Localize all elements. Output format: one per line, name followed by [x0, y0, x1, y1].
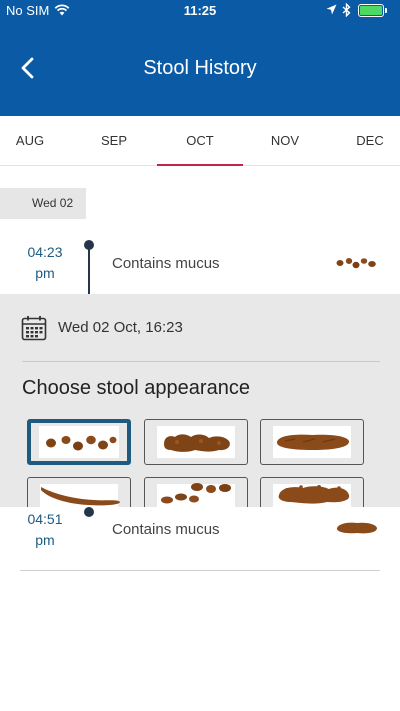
stool-type-1-icon	[46, 435, 117, 451]
stool-type-5-icon	[161, 483, 231, 504]
status-time: 11:25	[183, 3, 217, 18]
entry-time-ampm: pm	[35, 265, 55, 281]
entry-detail-panel: Wed 02 Oct, 16:23 Choose stool appearanc…	[0, 294, 400, 523]
entry-time: 04:23 pm	[20, 242, 70, 284]
tab-dec[interactable]: DEC	[327, 116, 400, 166]
bluetooth-icon	[342, 3, 351, 17]
location-arrow-icon	[326, 4, 337, 15]
day-label: Wed 02	[0, 188, 86, 219]
stool-type-3-icon	[276, 434, 350, 450]
stool-type-6-icon	[278, 485, 350, 504]
choose-appearance-heading: Choose stool appearance	[22, 377, 250, 399]
timeline-line	[88, 248, 90, 294]
stool-option-type-1[interactable]	[27, 419, 131, 465]
tab-sep[interactable]: SEP	[71, 116, 157, 166]
divider	[22, 361, 380, 362]
history-entry[interactable]: 04:51 pm Contains mucus	[0, 507, 400, 571]
calendar-icon	[21, 316, 47, 341]
month-tabs: AUG SEP OCT NOV DEC	[0, 116, 400, 166]
stool-type-4-icon	[41, 487, 120, 506]
stool-type-2-icon	[164, 434, 230, 452]
stool-option-type-2[interactable]	[144, 419, 248, 465]
status-bar: No SIM 11:25	[0, 0, 400, 22]
detail-date: Wed 02 Oct, 16:23	[58, 319, 183, 336]
tab-oct[interactable]: OCT	[157, 116, 243, 166]
stool-type-3-icon	[336, 522, 377, 534]
timeline-dot	[84, 507, 94, 517]
tab-nov[interactable]: NOV	[242, 116, 328, 166]
entry-time-hm: 04:23	[27, 244, 63, 260]
tab-aug[interactable]: AUG	[0, 116, 73, 166]
entry-time-ampm: pm	[35, 532, 55, 548]
divider	[20, 570, 380, 571]
entry-label: Contains mucus	[112, 255, 220, 272]
stool-option-type-3[interactable]	[260, 419, 364, 465]
battery-icon	[358, 4, 387, 17]
page-title: Stool History	[143, 57, 257, 79]
entry-time: 04:51 pm	[20, 509, 70, 551]
app-header: No SIM 11:25 Stool History	[0, 0, 400, 116]
stool-type-1-icon	[336, 258, 376, 269]
entry-time-hm: 04:51	[27, 511, 63, 527]
entry-label: Contains mucus	[112, 521, 220, 538]
